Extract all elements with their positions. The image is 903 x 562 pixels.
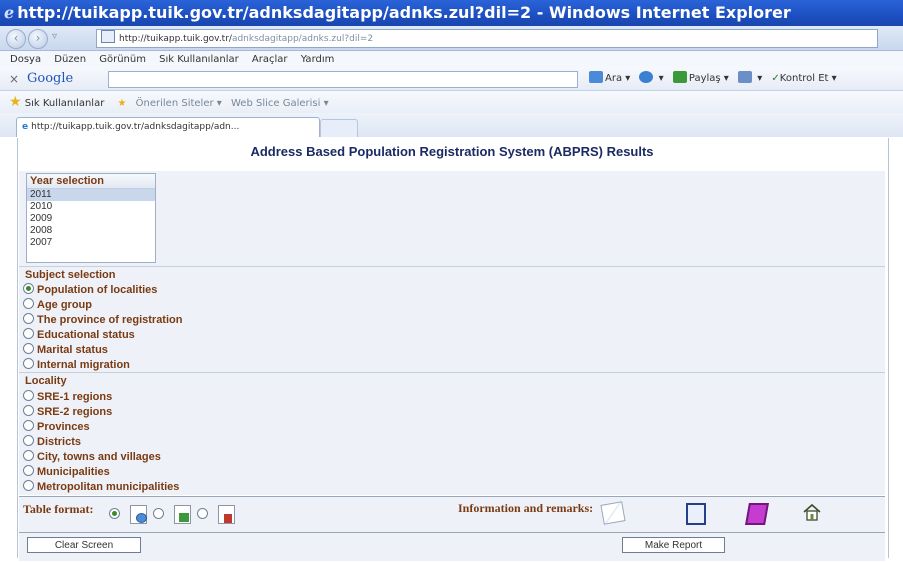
subject-option-educational[interactable]: Educational status [23, 327, 182, 342]
year-option-2008[interactable]: 2008 [27, 225, 155, 237]
radio-icon[interactable] [23, 328, 34, 339]
share-icon [672, 71, 687, 83]
radio-icon[interactable] [23, 358, 34, 369]
pdf-table-icon[interactable] [217, 505, 235, 524]
excel-table-icon[interactable] [173, 505, 191, 524]
radio-icon[interactable] [23, 435, 34, 446]
html-table-icon[interactable] [129, 505, 147, 524]
favorites-label[interactable]: Sık Kullanılanlar [25, 98, 105, 109]
forward-button[interactable]: › [28, 29, 48, 49]
locality-option-metropolitan[interactable]: Metropolitan municipalities [23, 479, 179, 494]
check-icon: ✓ [771, 73, 780, 84]
google-search-input[interactable] [108, 71, 578, 88]
menu-tools[interactable]: Araçlar [252, 54, 288, 65]
clear-screen-button[interactable]: Clear Screen [27, 537, 141, 553]
check-button[interactable]: Kontrol Et [780, 73, 829, 84]
table-format-label: Table format: [23, 502, 94, 516]
translate-icon[interactable] [738, 71, 753, 83]
year-option-2009[interactable]: 2009 [27, 213, 155, 225]
subject-option-population[interactable]: Population of localities [23, 282, 182, 297]
subject-option-marital[interactable]: Marital status [23, 342, 182, 357]
favorites-bar: ★ Sık Kullanılanlar ★ Önerilen Siteler ▾… [0, 91, 903, 113]
radio-icon[interactable] [23, 420, 34, 431]
ie-icon: ℯ [4, 3, 15, 22]
locality-label: Locality [25, 375, 67, 387]
radio-icon[interactable] [23, 480, 34, 491]
subject-option-age-group[interactable]: Age group [23, 297, 182, 312]
locality-option-sre2[interactable]: SRE-2 regions [23, 404, 179, 419]
menu-bar: Dosya Düzen Görünüm Sık Kullanılanlar Ar… [0, 51, 903, 68]
subject-option-migration[interactable]: Internal migration [23, 357, 182, 372]
web-slice-gallery-link[interactable]: Web Slice Galerisi [231, 98, 320, 109]
year-option-2010[interactable]: 2010 [27, 201, 155, 213]
suggested-sites-link[interactable]: Önerilen Siteler [136, 98, 214, 109]
recent-pages-dropdown-icon[interactable]: ▿ [52, 31, 57, 42]
globe-icon[interactable] [639, 71, 654, 83]
google-logo: Google [27, 71, 74, 86]
search-icon [589, 71, 603, 83]
home-icon[interactable] [802, 503, 822, 521]
radio-icon[interactable] [23, 343, 34, 354]
radio-icon[interactable] [23, 283, 34, 294]
locality-section: Locality SRE-1 regions SRE-2 regions Pro… [19, 372, 885, 495]
radio-icon[interactable] [23, 450, 34, 461]
radio-icon[interactable] [23, 390, 34, 401]
new-tab-button[interactable] [320, 119, 358, 138]
information-remarks-label: Information and remarks: [458, 501, 594, 515]
address-input[interactable]: http://tuikapp.tuik.gov.tr/adnksdagitapp… [96, 29, 878, 48]
notes-book-icon[interactable] [686, 503, 706, 525]
window-title-bar: ℯ http://tuikapp.tuik.gov.tr/adnksdagitap… [0, 0, 903, 26]
subject-label: Subject selection [25, 269, 116, 281]
radio-icon[interactable] [23, 405, 34, 416]
url-path: adnksdagitapp/adnks.zul?dil=2 [231, 34, 374, 44]
locality-option-cities[interactable]: City, towns and villages [23, 449, 179, 464]
format-radio-2[interactable] [153, 508, 164, 519]
add-favorite-icon[interactable]: ★ [118, 98, 127, 109]
menu-favorites[interactable]: Sık Kullanılanlar [159, 54, 239, 65]
year-option-2007[interactable]: 2007 [27, 237, 155, 249]
share-button[interactable]: Paylaş [689, 73, 721, 84]
make-report-button[interactable]: Make Report [622, 537, 725, 553]
format-section: Table format: Information and remarks: [19, 496, 885, 533]
url-domain: http://tuikapp.tuik.gov.tr/ [119, 34, 232, 44]
window-title: http://tuikapp.tuik.gov.tr/adnksdagitapp… [17, 3, 791, 22]
ie-page-icon: e [22, 122, 29, 132]
radio-icon[interactable] [23, 465, 34, 476]
mail-icon[interactable] [600, 501, 626, 525]
page-icon [101, 30, 115, 43]
menu-view[interactable]: Görünüm [99, 54, 146, 65]
menu-edit[interactable]: Düzen [54, 54, 86, 65]
page-content: Address Based Population Registration Sy… [0, 137, 903, 562]
buttons-section: Clear Screen Make Report [19, 533, 885, 561]
close-icon[interactable]: × [9, 68, 19, 90]
menu-help[interactable]: Yardım [301, 54, 335, 65]
format-radio-3[interactable] [197, 508, 208, 519]
address-bar: ‹ › ▿ http://tuikapp.tuik.gov.tr/adnksda… [0, 26, 903, 51]
google-search-button[interactable]: Ara [605, 73, 622, 84]
menu-file[interactable]: Dosya [10, 54, 41, 65]
format-radio-1[interactable] [109, 508, 120, 519]
year-section: Year selection 2011 2010 2009 2008 2007 [19, 171, 885, 266]
metadata-book-icon[interactable] [745, 503, 769, 525]
subject-section: Subject selection Population of localiti… [19, 266, 885, 373]
tab-bar: e http://tuikapp.tuik.gov.tr/adnksdagitap… [0, 113, 903, 138]
radio-icon[interactable] [23, 298, 34, 309]
locality-option-sre1[interactable]: SRE-1 regions [23, 389, 179, 404]
locality-option-provinces[interactable]: Provinces [23, 419, 179, 434]
google-toolbar: × Google Ara ▾ ▾ Paylaş ▾ ▾ ✓Kontrol Et … [0, 68, 903, 91]
radio-icon[interactable] [23, 313, 34, 324]
page-title: Address Based Population Registration Sy… [250, 144, 654, 159]
locality-option-districts[interactable]: Districts [23, 434, 179, 449]
year-header: Year selection [27, 174, 155, 189]
favorites-star-icon[interactable]: ★ [9, 94, 22, 110]
subject-option-province-registration[interactable]: The province of registration [23, 312, 182, 327]
year-listbox[interactable]: Year selection 2011 2010 2009 2008 2007 [26, 173, 156, 263]
tab-active[interactable]: e http://tuikapp.tuik.gov.tr/adnksdagitap… [16, 117, 320, 138]
locality-option-municipalities[interactable]: Municipalities [23, 464, 179, 479]
year-option-2011[interactable]: 2011 [27, 189, 155, 201]
back-button[interactable]: ‹ [6, 29, 26, 49]
tab-title: http://tuikapp.tuik.gov.tr/adnksdagitapp… [31, 122, 240, 132]
